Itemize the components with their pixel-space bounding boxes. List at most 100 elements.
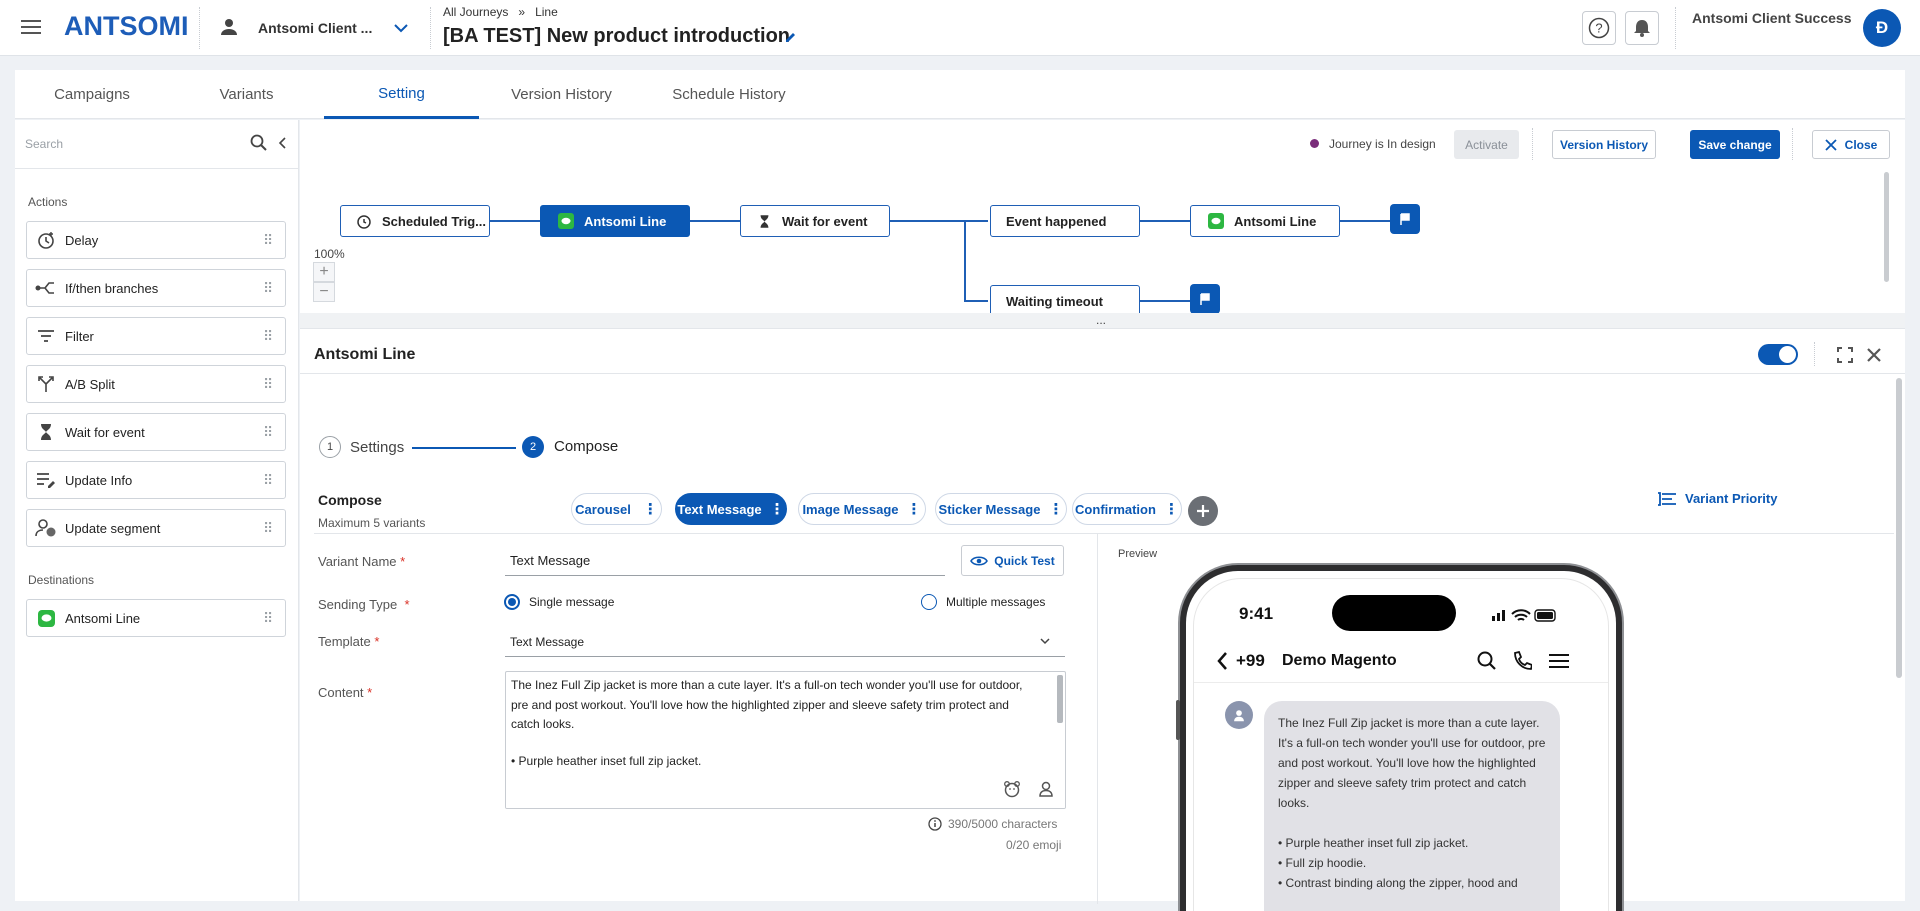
node-event-happened[interactable]: Event happened — [990, 205, 1140, 237]
variant-label: Text Message — [677, 501, 762, 517]
action-wait-for-event[interactable]: Wait for event ⠿ — [26, 413, 286, 451]
content-textarea[interactable]: The Inez Full Zip jacket is more than a … — [505, 671, 1066, 809]
close-journey-button[interactable]: Close — [1812, 130, 1890, 159]
sidebar-search-input[interactable]: Search — [25, 137, 225, 151]
single-message-label: Single message — [529, 595, 615, 609]
tab-setting[interactable]: Setting — [324, 70, 479, 119]
breadcrumb-all-journeys[interactable]: All Journeys — [443, 5, 508, 19]
personalization-icon[interactable] — [1036, 779, 1056, 799]
breadcrumb-current[interactable]: Line — [535, 5, 558, 19]
zoom-in-icon[interactable]: + — [313, 262, 335, 282]
node-wait-for-event[interactable]: Wait for event — [740, 205, 890, 237]
node-antsomi-line-2[interactable]: Antsomi Line — [1190, 205, 1340, 237]
zoom-out-icon[interactable]: − — [313, 282, 335, 302]
emoji-icon[interactable] — [1002, 779, 1022, 799]
drag-handle-icon[interactable]: ⠿ — [263, 328, 285, 345]
variant-carousel[interactable]: Carousel ⋮ — [571, 493, 662, 525]
notification-bell-icon[interactable] — [1625, 11, 1659, 45]
chat-search-icon[interactable] — [1477, 651, 1497, 674]
info-icon — [928, 817, 942, 831]
variant-confirmation[interactable]: Confirmation ⋮ — [1072, 493, 1182, 525]
message-bullet: • Full zip hoodie. — [1278, 856, 1367, 870]
save-change-button[interactable]: Save change — [1690, 130, 1780, 159]
single-message-radio[interactable]: Single message — [504, 594, 614, 610]
chat-header: +99 Demo Magento — [1194, 639, 1608, 683]
template-value: Text Message — [510, 634, 585, 649]
fullscreen-icon[interactable] — [1835, 345, 1855, 365]
drag-handle-icon[interactable]: ⠿ — [263, 280, 285, 297]
line-app-icon — [1208, 213, 1224, 229]
node-label: Wait for event — [782, 213, 868, 229]
action-ab-split[interactable]: A/B Split ⠿ — [26, 365, 286, 403]
more-icon[interactable]: ⋮ — [1048, 500, 1063, 518]
tab-campaigns[interactable]: Campaigns — [15, 70, 169, 119]
chevron-down-icon[interactable] — [390, 17, 412, 39]
template-select[interactable]: Text Message — [505, 627, 1065, 657]
multiple-messages-radio[interactable]: Multiple messages — [921, 594, 1045, 610]
more-icon[interactable]: ⋮ — [643, 500, 658, 518]
flow-scrollbar[interactable] — [1884, 172, 1889, 282]
help-icon[interactable]: ? — [1582, 11, 1616, 45]
antsomi-logo[interactable]: ANTSOMI — [64, 11, 189, 42]
phone-call-icon[interactable] — [1512, 650, 1534, 674]
panel-enable-toggle[interactable] — [1758, 344, 1798, 365]
filter-icon — [27, 329, 65, 343]
back-chevron-icon[interactable] — [1216, 651, 1228, 674]
action-filter[interactable]: Filter ⠿ — [26, 317, 286, 355]
variant-name-input[interactable]: Text Message — [505, 546, 945, 576]
variant-name-label: Variant Name * — [318, 554, 406, 569]
step-1-label[interactable]: Settings — [350, 439, 404, 456]
user-avatar[interactable]: Đ — [1863, 9, 1901, 47]
drag-handle-icon[interactable]: ⠿ — [263, 232, 285, 249]
resize-handle[interactable]: ... — [1096, 313, 1106, 327]
variant-priority-button[interactable]: Variant Priority — [1657, 491, 1777, 506]
drag-handle-icon[interactable]: ⠿ — [263, 610, 285, 627]
action-if-then-branches[interactable]: If/then branches ⠿ — [26, 269, 286, 307]
action-update-info[interactable]: Update Info ⠿ — [26, 461, 286, 499]
step-1-circle[interactable]: 1 — [319, 436, 341, 458]
panel-scrollbar[interactable] — [1896, 378, 1902, 678]
search-icon[interactable] — [248, 132, 270, 154]
node-scheduled-trigger[interactable]: Scheduled Trig... — [340, 205, 490, 237]
close-icon — [1825, 138, 1837, 151]
multiple-messages-label: Multiple messages — [946, 595, 1046, 609]
quick-test-button[interactable]: Quick Test — [961, 545, 1064, 576]
add-variant-icon[interactable] — [1188, 496, 1218, 526]
drag-handle-icon[interactable]: ⠿ — [263, 376, 285, 393]
more-icon[interactable]: ⋮ — [1164, 500, 1179, 518]
action-update-segment[interactable]: Update segment ⠿ — [26, 509, 286, 547]
step-2-label[interactable]: Compose — [554, 438, 618, 455]
drag-handle-icon[interactable]: ⠿ — [263, 520, 285, 537]
hamburger-menu-icon[interactable] — [18, 14, 44, 40]
variant-text-message[interactable]: Text Message ⋮ — [675, 493, 787, 525]
activate-button[interactable]: Activate — [1454, 130, 1519, 159]
edit-pencil-icon[interactable] — [782, 28, 800, 46]
content-scrollbar[interactable] — [1057, 675, 1063, 723]
variant-image-message[interactable]: Image Message ⋮ — [798, 493, 926, 525]
alarm-clock-icon — [357, 215, 371, 229]
version-history-button[interactable]: Version History — [1552, 130, 1656, 159]
end-flag-icon[interactable] — [1390, 204, 1420, 234]
tab-variants[interactable]: Variants — [169, 70, 324, 119]
more-icon[interactable]: ⋮ — [907, 500, 922, 518]
destination-antsomi-line[interactable]: Antsomi Line ⠿ — [26, 599, 286, 637]
drag-handle-icon[interactable]: ⠿ — [263, 472, 285, 489]
tab-schedule-history[interactable]: Schedule History — [644, 70, 814, 119]
collapse-sidebar-icon[interactable] — [274, 134, 290, 152]
chat-menu-icon[interactable] — [1549, 653, 1569, 672]
char-count: 390/5000 characters — [948, 817, 1058, 831]
end-flag-icon[interactable] — [1190, 284, 1220, 314]
breadcrumb: All Journeys » Line — [443, 5, 558, 19]
account-selector[interactable]: Antsomi Client ... — [258, 20, 372, 36]
more-icon[interactable]: ⋮ — [770, 500, 785, 518]
template-label: Template * — [318, 634, 380, 649]
drag-handle-icon[interactable]: ⠿ — [263, 424, 285, 441]
node-antsomi-line-1[interactable]: Antsomi Line — [540, 205, 690, 237]
close-panel-icon[interactable] — [1864, 345, 1884, 365]
tab-version-history[interactable]: Version History — [479, 70, 644, 119]
journey-status: Journey is In design — [1329, 137, 1436, 151]
step-2-circle[interactable]: 2 — [522, 436, 544, 458]
action-delay[interactable]: Delay ⠿ — [26, 221, 286, 259]
action-label: Delay — [65, 232, 99, 248]
variant-sticker-message[interactable]: Sticker Message ⋮ — [935, 493, 1067, 525]
